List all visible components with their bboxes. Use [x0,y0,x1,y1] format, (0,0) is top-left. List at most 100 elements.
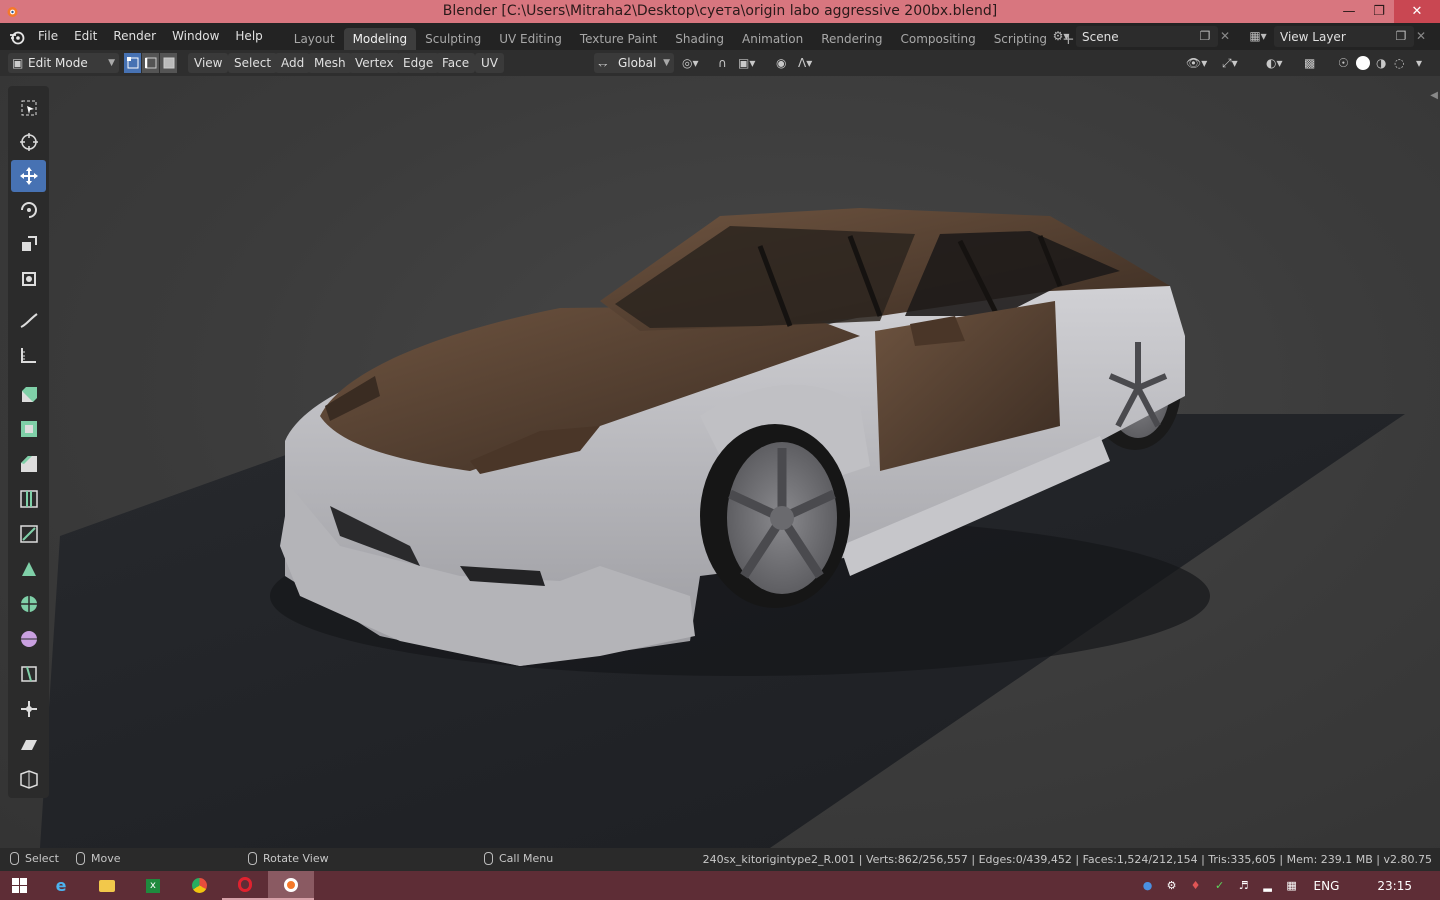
close-button[interactable]: ✕ [1394,0,1440,23]
snap-icon[interactable]: ∩ [718,53,727,73]
taskbar-blender[interactable] [268,871,314,900]
tool-rotate[interactable] [11,194,46,226]
tool-move[interactable] [11,160,46,192]
tab-uv-editing[interactable]: UV Editing [490,28,571,50]
status-rotate-label: Rotate View [263,852,329,865]
shading-options-icon[interactable]: ▾ [1416,53,1422,73]
menu-window[interactable]: Window [164,23,227,50]
face-select-button[interactable] [160,53,178,73]
tab-scripting[interactable]: Scripting [985,28,1056,50]
menu-mesh[interactable]: Mesh [308,53,352,73]
menu-view[interactable]: View [188,53,229,73]
clock[interactable]: 23:15 [1377,879,1412,893]
delete-view-layer-icon[interactable]: ✕ [1412,27,1430,45]
falloff-icon[interactable]: Λ▾ [798,53,812,73]
tool-inset[interactable] [11,413,46,445]
tab-layout[interactable]: Layout [285,28,344,50]
sidebar-toggle-icon[interactable]: ◀ [1430,90,1438,101]
tab-sculpting[interactable]: Sculpting [416,28,490,50]
tab-shading[interactable]: Shading [666,28,733,50]
tool-poly-build[interactable] [11,553,46,585]
tool-measure[interactable] [11,339,46,371]
edge-select-icon [144,57,156,69]
network-icon[interactable]: ▂ [1260,878,1276,894]
chevron-down-icon: ▼ [663,58,670,68]
visibility-icon[interactable]: 👁▾ [1186,53,1207,73]
explorer-icon [99,879,115,892]
wireframe-shading-icon[interactable]: ☉ [1338,53,1349,73]
3d-viewport[interactable]: ◀ [0,76,1440,848]
tab-texture-paint[interactable]: Texture Paint [571,28,666,50]
tool-rip-region[interactable] [11,763,46,795]
tab-compositing[interactable]: Compositing [891,28,984,50]
view-layer-browse-icon[interactable]: ▦▾ [1244,27,1272,45]
rendered-shading-icon[interactable]: ◌ [1394,53,1404,73]
tool-knife[interactable] [11,518,46,550]
menu-face[interactable]: Face [436,53,476,73]
tool-loop-cut[interactable] [11,483,46,515]
pivot-point-icon[interactable]: ◎▾ [682,53,699,73]
start-button[interactable] [0,871,38,900]
tool-extrude[interactable] [11,378,46,410]
game-controller-icon[interactable]: ♦ [1188,878,1204,894]
menu-render[interactable]: Render [105,23,164,50]
tab-modeling[interactable]: Modeling [343,28,417,50]
measure-icon [20,348,36,363]
language-indicator[interactable]: ENG [1314,879,1340,893]
system-tray: ● ⚙ ♦ ✓ ♬ ▂ ▦ ENG 23:15 [1140,871,1440,900]
tool-annotate[interactable] [11,304,46,336]
mode-dropdown[interactable]: ▣ Edit Mode ▼ [8,53,119,73]
overlays-icon[interactable]: ◐▾ [1266,53,1283,73]
security-icon[interactable]: ✓ [1212,878,1228,894]
steam-icon[interactable]: ⚙ [1164,878,1180,894]
taskbar-ie[interactable]: e [38,871,84,900]
material-shading-icon[interactable]: ◑ [1376,53,1386,73]
tool-shrink-fatten[interactable] [11,693,46,725]
menu-uv[interactable]: UV [475,53,504,73]
tool-scale[interactable] [11,228,46,260]
tool-shear[interactable] [11,728,46,760]
delete-scene-icon[interactable]: ✕ [1216,27,1234,45]
taskbar-excel[interactable]: x [130,871,176,900]
transform-icon [21,272,36,286]
scene-browse-icon[interactable]: ⚙▾ [1048,27,1074,45]
tool-spin[interactable] [11,588,46,620]
blender-menu-icon[interactable] [4,23,30,50]
menu-vertex[interactable]: Vertex [349,53,400,73]
menu-edit[interactable]: Edit [66,23,105,50]
tool-transform[interactable] [11,263,46,295]
status-rotate: Rotate View [248,852,329,865]
xray-icon[interactable]: ▩ [1304,53,1315,73]
tab-rendering[interactable]: Rendering [812,28,891,50]
menu-add[interactable]: Add [275,53,311,73]
tool-edge-slide[interactable] [11,658,46,690]
notification-app-icon[interactable]: ● [1140,878,1156,894]
taskbar-explorer[interactable] [84,871,130,900]
menu-help[interactable]: Help [227,23,270,50]
taskbar-opera[interactable] [222,871,268,900]
new-scene-icon[interactable]: ❐ [1196,27,1214,45]
menu-file[interactable]: File [30,23,66,50]
tool-smooth[interactable] [11,623,46,655]
menu-select[interactable]: Select [228,53,278,73]
new-view-layer-icon[interactable]: ❐ [1392,27,1410,45]
annotate-icon [20,313,38,328]
tool-select-box[interactable] [11,92,46,124]
tab-animation[interactable]: Animation [733,28,812,50]
edge-select-button[interactable] [142,53,160,73]
action-center-icon[interactable]: ▦ [1284,878,1300,894]
menu-edge[interactable]: Edge [397,53,440,73]
snap-target-icon[interactable]: ▣▾ [738,53,755,73]
proportional-edit-icon[interactable]: ◉ [776,53,786,73]
taskbar-chrome[interactable] [176,871,222,900]
transform-orientation-dropdown[interactable]: ⥐ Global ▼ [594,53,674,73]
minimize-button[interactable]: — [1334,0,1364,23]
tool-bevel[interactable] [11,448,46,480]
tool-cursor[interactable] [11,126,46,158]
vertex-select-button[interactable] [124,53,142,73]
select-mode-group [124,53,178,73]
restore-button[interactable]: ❐ [1364,0,1394,23]
solid-shading-icon[interactable] [1356,53,1370,73]
gizmo-icon[interactable]: ⤢▾ [1222,53,1238,73]
volume-icon[interactable]: ♬ [1236,878,1252,894]
